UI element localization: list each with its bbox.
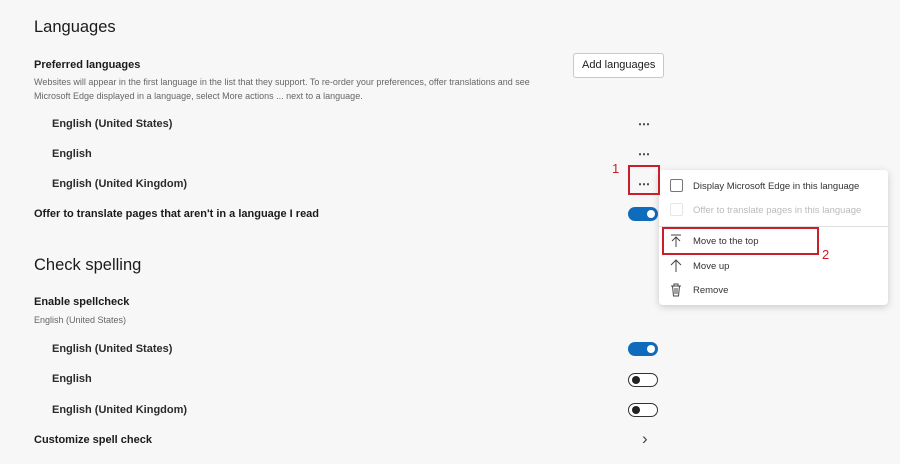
spell-toggle[interactable]: [628, 403, 658, 417]
languages-title: Languages: [34, 18, 116, 36]
spell-language-label: English: [52, 373, 92, 385]
display-edge-checkbox[interactable]: [670, 179, 683, 192]
chevron-right-icon[interactable]: ›: [642, 429, 648, 449]
annotation-box-1: [628, 165, 660, 195]
offer-translate-checkbox: [670, 203, 683, 216]
menu-item-remove[interactable]: Remove: [693, 285, 728, 296]
preferred-languages-description-1: Websites will appear in the first langua…: [34, 77, 530, 87]
enable-spellcheck-label: Enable spellcheck: [34, 296, 130, 308]
preferred-languages-description-2: Microsoft Edge displayed in a language, …: [34, 91, 363, 101]
offer-translate-label: Offer to translate pages that aren't in …: [34, 208, 320, 220]
more-actions-button[interactable]: ⋯: [638, 118, 650, 130]
spell-toggle[interactable]: [628, 342, 658, 356]
language-item-label: English (United Kingdom): [52, 178, 188, 190]
menu-item-move-up[interactable]: Move up: [693, 261, 729, 272]
annotation-box-2: [662, 227, 819, 255]
trash-icon: [671, 283, 681, 297]
language-item-label: English (United States): [52, 118, 173, 130]
annotation-label-1: 1: [612, 161, 620, 176]
add-languages-button[interactable]: Add languages: [573, 53, 665, 78]
spell-toggle[interactable]: [628, 373, 658, 387]
language-item-label: English: [52, 148, 92, 160]
preferred-languages-label: Preferred languages: [34, 59, 141, 71]
menu-item-offer-translate: Offer to translate pages in this languag…: [693, 205, 862, 216]
enable-spellcheck-sub: English (United States): [34, 315, 127, 325]
check-spelling-title: Check spelling: [34, 256, 142, 274]
more-actions-button[interactable]: ⋯: [638, 148, 650, 160]
customize-spell-check-link[interactable]: Customize spell check: [34, 434, 152, 446]
spell-language-label: English (United Kingdom): [52, 404, 188, 416]
spell-language-label: English (United States): [52, 343, 173, 355]
annotation-label-2: 2: [822, 247, 830, 262]
menu-item-display-edge[interactable]: Display Microsoft Edge in this language: [693, 181, 859, 192]
arrow-up-icon: [670, 259, 682, 272]
offer-translate-toggle[interactable]: [628, 207, 658, 221]
